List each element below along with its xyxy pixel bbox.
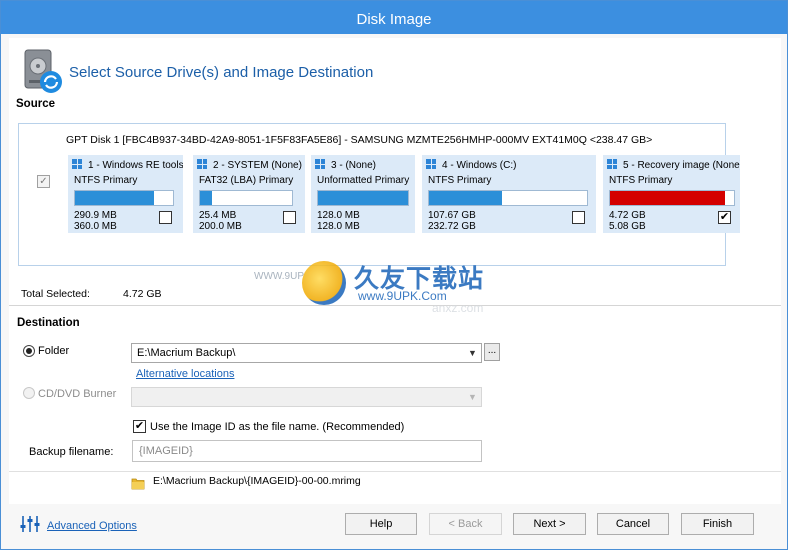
- partition-name: 4 - Windows (C:): [426, 159, 516, 171]
- windows-logo-icon: [72, 159, 82, 169]
- partition-used: 25.4 MB: [199, 210, 237, 221]
- cd-dvd-label: CD/DVD Burner: [38, 388, 117, 400]
- partition-filesystem: NTFS Primary: [609, 175, 673, 186]
- disk-image-window: Disk Image Select Source Drive(s) and Im…: [0, 0, 788, 550]
- partition-1[interactable]: 1 - Windows RE tools NTFS Primary 290.9 …: [68, 155, 183, 233]
- sliders-icon[interactable]: [19, 515, 41, 533]
- partition-checkbox[interactable]: [159, 211, 172, 224]
- partition-checkbox[interactable]: [283, 211, 296, 224]
- windows-logo-icon: [197, 159, 207, 169]
- cd-dvd-radio[interactable]: [23, 387, 35, 399]
- partition-usage-bar: [428, 190, 588, 206]
- windows-logo-icon: [315, 159, 325, 169]
- partition-2[interactable]: 2 - SYSTEM (None) FAT32 (LBA) Primary 25…: [193, 155, 305, 233]
- partition-total: 232.72 GB: [428, 221, 476, 232]
- usage-fill: [429, 191, 502, 205]
- alternative-locations-link[interactable]: Alternative locations: [136, 368, 234, 380]
- partition-filesystem: Unformatted Primary: [317, 175, 410, 186]
- windows-logo-icon: [607, 159, 617, 169]
- cancel-button[interactable]: Cancel: [597, 513, 669, 535]
- partition-checkbox[interactable]: [572, 211, 585, 224]
- advanced-options-link[interactable]: Advanced Options: [47, 520, 137, 532]
- partition-checkbox[interactable]: ✔: [718, 211, 731, 224]
- use-image-id-checkbox[interactable]: ✔: [133, 420, 146, 433]
- disk-select-checkbox[interactable]: ✓: [37, 175, 50, 188]
- partition-usage-bar: [199, 190, 293, 206]
- partition-total: 128.0 MB: [317, 221, 360, 232]
- usage-fill: [318, 191, 408, 205]
- cd-dvd-combo[interactable]: ▼: [131, 387, 482, 407]
- use-image-id-label: Use the Image ID as the file name. (Reco…: [150, 421, 405, 433]
- finish-button[interactable]: Finish: [681, 513, 754, 535]
- partition-total: 5.08 GB: [609, 221, 646, 232]
- folder-path-combo[interactable]: E:\Macrium Backup\ ▼: [131, 343, 482, 363]
- section-divider: [9, 305, 781, 306]
- source-section-label: Source: [16, 98, 55, 110]
- partition-name: 2 - SYSTEM (None): [197, 159, 302, 171]
- partition-name: 1 - Windows RE tools: [72, 159, 183, 171]
- folder-path-value: E:\Macrium Backup\: [137, 347, 236, 359]
- window-title: Disk Image: [1, 1, 787, 34]
- partition-used: 128.0 MB: [317, 210, 360, 221]
- usage-fill: [200, 191, 212, 205]
- backup-filename-label: Backup filename:: [29, 446, 114, 458]
- disk-title: GPT Disk 1 [FBC4B937-34BD-42A9-8051-1F5F…: [66, 134, 653, 146]
- partition-usage-bar: [609, 190, 735, 206]
- usage-fill: [75, 191, 155, 205]
- help-button[interactable]: Help: [345, 513, 417, 535]
- page-title: Select Source Drive(s) and Image Destina…: [69, 64, 374, 81]
- source-disk-panel: GPT Disk 1 [FBC4B937-34BD-42A9-8051-1F5F…: [18, 123, 740, 266]
- partition-usage-bar: [74, 190, 174, 206]
- windows-logo-icon: [426, 159, 436, 169]
- browse-button[interactable]: ...: [484, 343, 500, 361]
- footer-divider: [9, 471, 781, 472]
- partition-name: 5 - Recovery image (None): [607, 159, 740, 171]
- partition-3[interactable]: 3 - (None) Unformatted Primary 128.0 MB …: [311, 155, 415, 233]
- partition-filesystem: NTFS Primary: [74, 175, 138, 186]
- partition-total: 360.0 MB: [74, 221, 117, 232]
- chevron-down-icon[interactable]: ▼: [467, 347, 478, 359]
- partition-4[interactable]: 4 - Windows (C:) NTFS Primary 107.67 GB …: [422, 155, 596, 233]
- partition-filesystem: FAT32 (LBA) Primary: [199, 175, 294, 186]
- folder-label: Folder: [38, 345, 70, 357]
- partition-used: 4.72 GB: [609, 210, 646, 221]
- partition-filesystem: NTFS Primary: [428, 175, 492, 186]
- folder-radio[interactable]: [23, 345, 35, 357]
- disk-image-icon: [24, 49, 62, 93]
- partition-name: 3 - (None): [315, 159, 376, 171]
- total-selected-label: Total Selected:: [21, 288, 90, 300]
- partition-total: 200.0 MB: [199, 221, 242, 232]
- usage-fill: [610, 191, 726, 205]
- partition-usage-bar: [317, 190, 409, 206]
- partition-used: 290.9 MB: [74, 210, 117, 221]
- wizard-footer: Advanced Options Help < Back Next > Canc…: [1, 471, 787, 549]
- back-button[interactable]: < Back: [429, 513, 502, 535]
- backup-filename-input[interactable]: {IMAGEID}: [132, 440, 482, 462]
- partition-used: 107.67 GB: [428, 210, 476, 221]
- chevron-down-icon[interactable]: ▼: [467, 391, 478, 403]
- wizard-content: Select Source Drive(s) and Image Destina…: [9, 38, 781, 504]
- total-selected-value: 4.72 GB: [123, 288, 162, 300]
- destination-section-label: Destination: [17, 317, 80, 329]
- partition-5[interactable]: 5 - Recovery image (None) NTFS Primary 4…: [603, 155, 740, 233]
- next-button[interactable]: Next >: [513, 513, 586, 535]
